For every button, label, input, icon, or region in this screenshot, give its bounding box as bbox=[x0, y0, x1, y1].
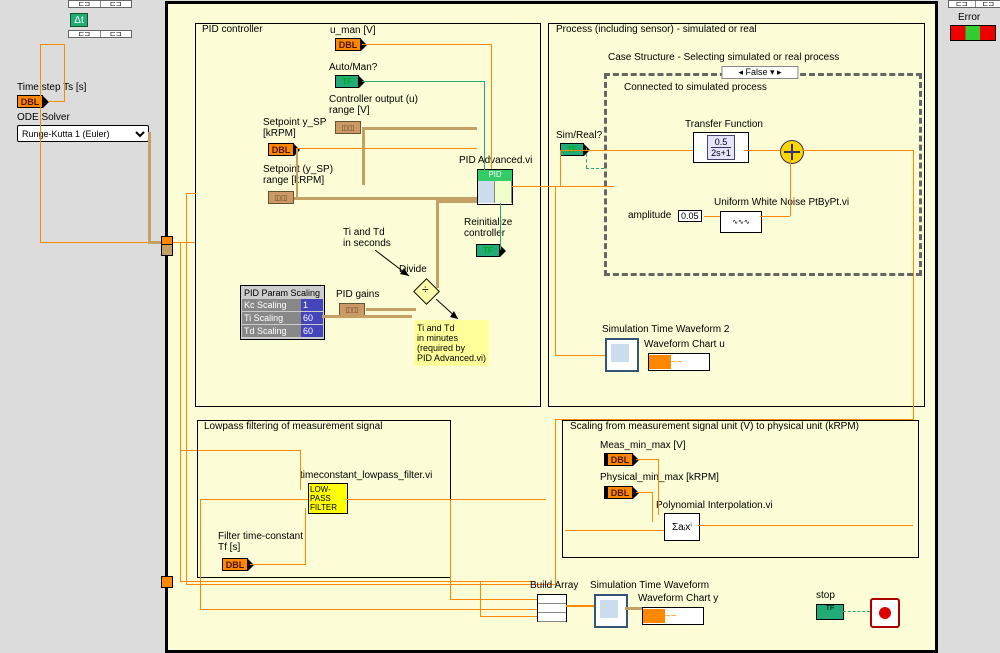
u-man-label: u_man [V] bbox=[330, 25, 376, 36]
tf-label: Transfer Function bbox=[685, 119, 763, 130]
ti-td-note: Ti and Td in minutes (required by PID Ad… bbox=[414, 320, 489, 366]
process-title: Process (including sensor) - simulated o… bbox=[556, 24, 757, 35]
poly-label: Polynomial Interpolation.vi bbox=[656, 500, 773, 511]
tunnel-ode bbox=[161, 244, 173, 256]
amplitude-value[interactable]: 0.05 bbox=[678, 210, 702, 222]
right-border-style: ⊏⊐⊏⊐ bbox=[948, 0, 1000, 8]
sim-real-label: Sim/Real? bbox=[556, 130, 602, 141]
filter-tc-label: Filter time-constant Tf [s] bbox=[218, 531, 303, 553]
sim-time-waveform[interactable] bbox=[594, 594, 628, 628]
pid-param-scaling: PID Param Scaling Kc Scaling1 Ti Scaling… bbox=[240, 285, 325, 340]
noise-vi[interactable]: ∿∿∿ bbox=[720, 211, 762, 233]
ti-td-s-label: Ti and Td in seconds bbox=[343, 227, 391, 249]
ode-solver-ring[interactable]: Runge-Kutta 1 (Euler) bbox=[17, 125, 149, 142]
setpoint-range-control[interactable]: ◫◫ bbox=[268, 191, 294, 204]
case-structure bbox=[604, 73, 922, 276]
setpoint-range-label: Setpoint (y_SP) range [kRPM] bbox=[263, 164, 333, 186]
timestep-label: Time step Ts [s] bbox=[17, 82, 86, 93]
transfer-function[interactable]: 0.52s+1 bbox=[693, 132, 749, 163]
pid-gains-label: PID gains bbox=[336, 289, 379, 300]
pid-advanced-vi[interactable]: PID bbox=[477, 169, 513, 205]
left-border-style-bottom: ⊏⊐⊏⊐ bbox=[68, 30, 132, 38]
ctrl-out-control[interactable]: ◫◫ bbox=[335, 121, 361, 134]
amplitude-label: amplitude bbox=[628, 210, 671, 221]
build-array-label: Build Array bbox=[530, 580, 578, 591]
ctrl-out-label: Controller output (u) range [V] bbox=[329, 94, 418, 116]
sim-wave-label: Simulation Time Waveform bbox=[590, 580, 709, 591]
error-terminal[interactable] bbox=[950, 25, 996, 41]
phys-label: Physical_min_max [kRPM] bbox=[600, 472, 719, 483]
timestep-control[interactable]: DBL bbox=[17, 95, 49, 108]
lowpass-vi-label: timeconstant_lowpass_filter.vi bbox=[300, 470, 432, 481]
lowpass-title: Lowpass filtering of measurement signal bbox=[204, 421, 382, 432]
connected-label: Connected to simulated process bbox=[624, 82, 767, 93]
loop-stop-terminal bbox=[870, 598, 900, 628]
meas-label: Meas_min_max [V] bbox=[600, 440, 686, 451]
chart-y-label: Waveform Chart y bbox=[638, 593, 718, 604]
waveform-chart-u[interactable]: ~~ bbox=[648, 353, 710, 371]
error-label: Error bbox=[958, 12, 980, 23]
automan-control[interactable]: TF bbox=[335, 75, 365, 88]
chart-u-label: Waveform Chart u bbox=[644, 339, 725, 350]
left-border-style: ⊏⊐⊏⊐ bbox=[68, 0, 132, 8]
waveform-chart-y[interactable]: ~~ bbox=[642, 607, 704, 625]
meas-control[interactable]: DBL bbox=[604, 453, 639, 466]
timer-icon: Δt bbox=[70, 13, 88, 27]
pid-title: PID controller bbox=[202, 24, 263, 35]
lowpass-vi[interactable]: LOW- PASS FILTER bbox=[308, 483, 348, 514]
sim-time-waveform-2[interactable] bbox=[605, 338, 639, 372]
automan-label: Auto/Man? bbox=[329, 62, 377, 73]
noise-label: Uniform White Noise PtByPt.vi bbox=[714, 197, 849, 208]
stop-control[interactable]: TF bbox=[816, 604, 844, 620]
tunnel-bottom bbox=[161, 576, 173, 588]
case-label: Case Structure - Selecting simulated or … bbox=[608, 52, 839, 63]
phys-control[interactable]: DBL bbox=[604, 486, 639, 499]
sim-wave2-label: Simulation Time Waveform 2 bbox=[602, 324, 729, 335]
divide-node: ÷ bbox=[417, 282, 436, 301]
stop-label: stop bbox=[816, 590, 835, 601]
build-array[interactable] bbox=[537, 594, 567, 622]
reinit-label: Reinitialize controller bbox=[464, 217, 512, 239]
sum-node bbox=[780, 140, 804, 164]
ode-solver-label: ODE Solver bbox=[17, 112, 70, 123]
poly-vi[interactable]: Σaᵢxⁱ bbox=[664, 513, 700, 541]
pid-vi-label: PID Advanced.vi bbox=[459, 155, 532, 166]
scaling-title: Scaling from measurement signal unit (V)… bbox=[570, 421, 859, 432]
reinit-control[interactable]: TF bbox=[476, 244, 506, 257]
setpoint-label: Setpoint y_SP [kRPM] bbox=[263, 117, 326, 139]
case-selector[interactable]: ◂ False ▾ ▸ bbox=[721, 66, 798, 79]
